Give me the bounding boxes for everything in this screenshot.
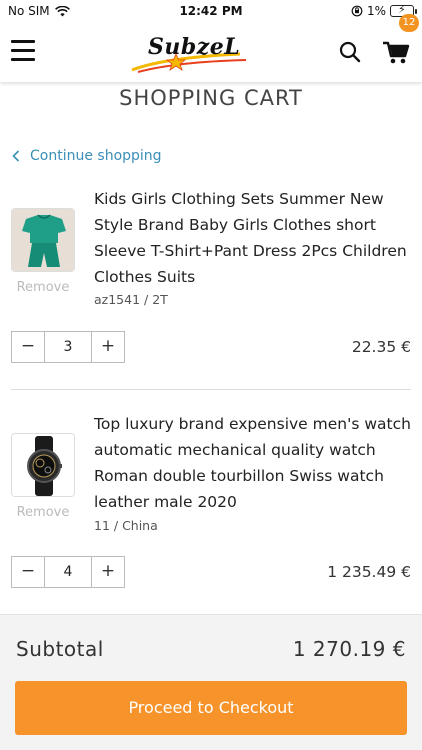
- quantity-input[interactable]: 4: [44, 557, 92, 587]
- subtotal-label: Subtotal: [16, 637, 104, 661]
- quantity-input[interactable]: 3: [44, 332, 92, 362]
- chevron-left-icon: [12, 150, 20, 162]
- item-price: 22.35 €: [351, 338, 411, 356]
- battery-percent: 1%: [366, 4, 386, 18]
- watch-icon: [12, 434, 74, 496]
- product-image[interactable]: [11, 208, 75, 272]
- quantity-stepper: − 3 +: [11, 331, 125, 363]
- search-icon[interactable]: [338, 40, 362, 64]
- orientation-lock-icon: [351, 5, 363, 17]
- logo-text: SubzeL: [148, 34, 241, 60]
- decrease-quantity-button[interactable]: −: [12, 557, 44, 587]
- item-divider: [11, 389, 411, 390]
- product-variant: az1541 / 2T: [94, 292, 168, 307]
- checkout-footer: Subtotal 1 270.19 € Proceed to Checkout: [0, 614, 422, 750]
- clothing-set-icon: [12, 209, 74, 271]
- product-title[interactable]: Kids Girls Clothing Sets Summer New Styl…: [94, 186, 414, 290]
- increase-quantity-button[interactable]: +: [92, 332, 124, 362]
- remove-button[interactable]: Remove: [11, 505, 75, 520]
- brand-logo[interactable]: SubzeL: [128, 30, 262, 74]
- subtotal-value: 1 270.19 €: [292, 637, 406, 661]
- product-variant: 11 / China: [94, 518, 158, 533]
- continue-shopping-label: Continue shopping: [30, 148, 162, 164]
- item-price: 1 235.49 €: [327, 563, 411, 581]
- continue-shopping-link[interactable]: Continue shopping: [12, 148, 162, 164]
- product-title[interactable]: Top luxury brand expensive men's watch a…: [94, 411, 414, 515]
- proceed-to-checkout-button[interactable]: Proceed to Checkout: [15, 681, 407, 735]
- quantity-stepper: − 4 +: [11, 556, 125, 588]
- menu-icon[interactable]: [11, 40, 35, 62]
- status-bar: No SIM 12:42 PM 1% ⚡: [0, 0, 422, 22]
- cart-icon[interactable]: [382, 38, 412, 66]
- remove-button[interactable]: Remove: [11, 280, 75, 295]
- app-header: SubzeL: [0, 22, 422, 82]
- cart-count-badge: 12: [399, 14, 419, 32]
- product-image[interactable]: [11, 433, 75, 497]
- decrease-quantity-button[interactable]: −: [12, 332, 44, 362]
- increase-quantity-button[interactable]: +: [92, 557, 124, 587]
- page-title: SHOPPING CART: [119, 86, 303, 110]
